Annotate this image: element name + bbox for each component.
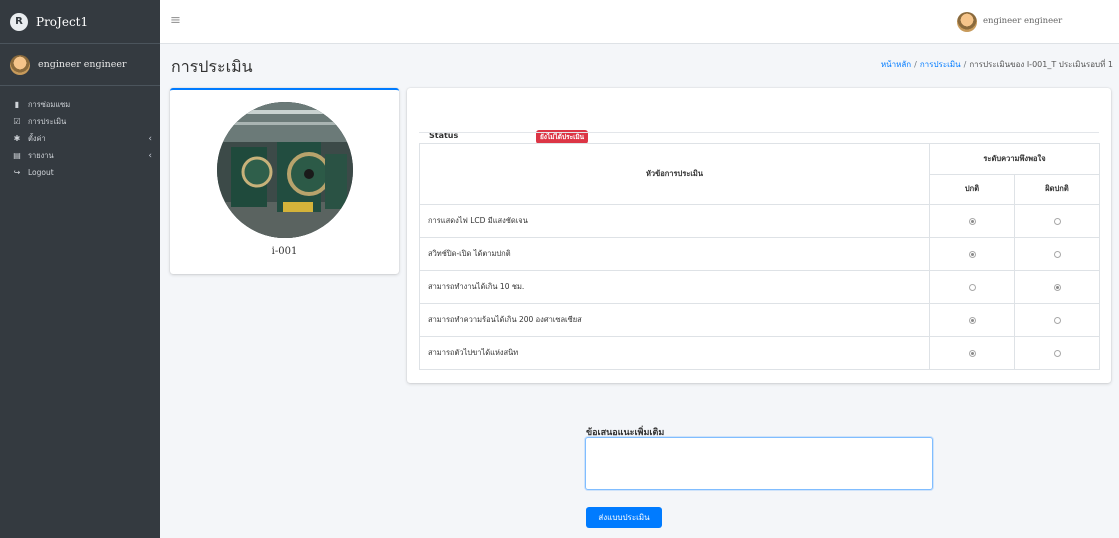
normal-cell [929,336,1015,370]
sidebar-item-label: ตั้งค่า [28,133,46,143]
table-row: การแสดงไฟ LCD มีแสงชัดเจน [419,204,1100,238]
user-avatar [10,54,30,75]
machine-name: i-001 [271,246,298,257]
abnormal-radio[interactable] [1053,218,1061,225]
chevron-left-icon: ‹ [148,150,152,161]
normal-radio[interactable] [968,218,976,225]
abnormal-cell [1014,336,1100,370]
normal-cell [929,270,1015,304]
breadcrumb-separator: / [914,60,917,69]
breadcrumb-home[interactable]: หน้าหลัก [881,60,911,69]
normal-radio[interactable] [968,251,976,258]
topic-header: หัวข้อการประเมิน [419,143,930,205]
satisfaction-header: ระดับความพึงพอใจ [929,143,1100,175]
navbar-avatar[interactable] [957,12,977,32]
brand-logo-icon: R [10,12,28,31]
normal-radio[interactable] [968,317,976,324]
normal-cell [929,303,1015,337]
top-navbar: ≡ engineer engineer [160,0,1119,44]
abnormal-cell [1014,270,1100,304]
machine-photo [217,102,353,238]
brand-name: ProJect1 [36,14,89,29]
sidebar-user-name: engineer engineer [38,59,127,70]
chevron-left-icon: ‹ [148,133,152,144]
gear-icon: ✱ [13,134,21,143]
sidebar-item-4[interactable]: ↪ Logout [0,164,160,181]
navbar-user-name[interactable]: engineer engineer [983,16,1062,26]
sidebar-item-2[interactable]: ✱ ตั้งค่า ‹ [0,130,160,147]
normal-cell [929,237,1015,271]
abnormal-radio[interactable] [1053,317,1061,324]
breadcrumb-current: การประเมินของ I-001_T ประเมินรอบที่ 1 [969,60,1113,69]
sidebar-item-label: Logout [28,168,54,177]
suggestion-textarea[interactable] [585,437,933,490]
abnormal-header: ผิดปกติ [1014,173,1100,205]
abnormal-cell [1014,204,1100,238]
abnormal-radio[interactable] [1053,251,1061,258]
evaluation-topic: สามารถตัวไปขาได้แห่งสนิท [419,336,930,370]
normal-cell [929,204,1015,238]
brand-link[interactable]: R ProJect1 [0,0,160,44]
sidebar-item-label: การซ่อมแซม [28,99,71,109]
breadcrumb-separator: / [963,60,967,69]
card-divider [419,132,1099,133]
normal-radio[interactable] [968,350,976,357]
sidebar-item-3[interactable]: ▤ รายงาน ‹ [0,147,160,164]
sidebar-item-1[interactable]: ☑ การประเมิน [0,113,160,130]
page-title: การประเมิน [171,57,253,76]
table-row: สวิทช์ปิด-เปิด ได้ตามปกติ [419,237,1100,271]
normal-header: ปกติ [929,173,1015,205]
machine-card: i-001 [170,88,399,274]
report-icon: ▤ [13,151,21,160]
sidebar-item-label: รายงาน [28,150,54,160]
evaluation-topic: สามารถทำความร้อนได้เกิน 200 องศาเซลเซียส [419,303,930,337]
evaluation-topic: สามารถทำงานได้เกิน 10 ชม. [419,270,930,304]
checklist-icon: ☑ [13,117,21,126]
abnormal-cell [1014,303,1100,337]
sidebar-item-label: การประเมิน [28,116,67,126]
submit-evaluation-button[interactable]: ส่งแบบประเมิน [586,507,662,528]
evaluation-topic: สวิทช์ปิด-เปิด ได้ตามปกติ [419,237,930,271]
breadcrumb-section[interactable]: การประเมิน [920,60,961,69]
evaluation-table: หัวข้อการประเมิน ระดับความพึงพอใจ ปกติ ผ… [419,143,1100,370]
sidebar-item-0[interactable]: ▮ การซ่อมแซม [0,96,160,113]
table-row: สามารถทำความร้อนได้เกิน 200 องศาเซลเซียส [419,303,1100,337]
sidebar-nav: ▮ การซ่อมแซม ☑ การประเมิน ✱ ตั้งค่า ‹ ▤ รายงาน ‹ ↪… [0,86,160,181]
hamburger-icon[interactable]: ≡ [170,13,181,28]
evaluation-topic: การแสดงไฟ LCD มีแสงชัดเจน [419,204,930,238]
abnormal-radio[interactable] [1053,350,1061,357]
table-row: สามารถทำงานได้เกิน 10 ชม. [419,270,1100,304]
table-row: สามารถตัวไปขาได้แห่งสนิท [419,336,1100,370]
sidebar: R ProJect1 engineer engineer ▮ การซ่อมแซม… [0,0,160,538]
logout-icon: ↪ [13,168,21,177]
user-panel[interactable]: engineer engineer [0,44,160,86]
clipboard-icon: ▮ [14,100,20,109]
abnormal-cell [1014,237,1100,271]
normal-radio[interactable] [968,284,976,291]
breadcrumb: หน้าหลัก / การประเมิน / การประเมินของ I-001_… [881,58,1113,71]
abnormal-radio[interactable] [1053,284,1061,291]
